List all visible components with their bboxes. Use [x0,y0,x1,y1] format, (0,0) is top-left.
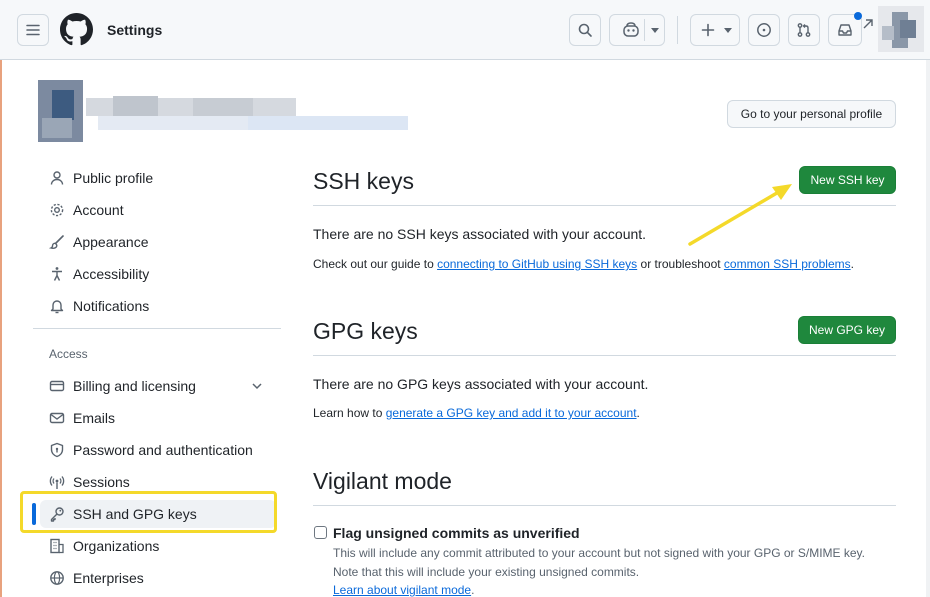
copilot-icon [623,22,639,37]
organization-icon [48,537,66,555]
section-divider [313,205,896,206]
issues-icon [757,23,771,37]
sidebar-heading-access: Access [49,347,88,361]
menu-button[interactable] [17,14,49,46]
header-divider [677,16,678,44]
page-title[interactable]: Settings [107,22,162,38]
sidebar-divider [33,328,281,329]
globe-icon [48,569,66,587]
sidebar-item-label: Sessions [73,474,130,490]
sidebar-item-label: Notifications [73,298,150,314]
sidebar-item-appearance[interactable]: Appearance [40,228,276,256]
gpg-empty-message: There are no GPG keys associated with yo… [313,376,649,392]
mail-icon [48,409,66,427]
gpg-learn-text: Learn how to generate a GPG key and add … [313,406,640,420]
gpg-learn-link[interactable]: generate a GPG key and add it to your ac… [386,406,637,420]
paintbrush-icon [48,233,66,251]
sidebar-item-emails[interactable]: Emails [40,404,276,432]
ssh-guide-prefix: Check out our guide to [313,257,438,271]
chevron-down-icon [724,28,732,33]
sidebar-item-password[interactable]: Password and authentication [40,436,276,464]
sidebar-item-notifications[interactable]: Notifications [40,292,276,320]
new-ssh-key-button[interactable]: New SSH key [799,166,896,194]
annotation-arrow-icon [688,184,792,246]
chevron-down-icon[interactable] [250,379,264,393]
sidebar-item-enterprises[interactable]: Enterprises [40,564,276,592]
sidebar-item-label: Enterprises [73,570,144,586]
go-to-profile-button[interactable]: Go to your personal profile [727,100,896,128]
gpg-learn-suffix: . [636,406,640,420]
plus-icon [701,23,715,37]
window-edge [0,60,2,597]
avatar[interactable] [878,6,924,52]
profile-header-redacted [38,80,418,142]
gpg-learn-prefix: Learn how to [313,406,386,420]
ssh-guide-text: Check out our guide to connecting to Git… [313,257,854,271]
github-logo[interactable] [60,13,93,46]
section-divider [313,505,896,506]
sidebar-item-label: Billing and licensing [73,378,196,394]
pull-requests-button[interactable] [788,14,820,46]
sidebar-item-label: Organizations [73,538,160,554]
flag-unsigned-label[interactable]: Flag unsigned commits as unverified [333,525,580,541]
sidebar-item-label: Appearance [73,234,149,250]
sidebar-item-label: Password and authentication [73,442,253,458]
sidebar-item-accessibility[interactable]: Accessibility [40,260,276,288]
search-icon [578,23,592,37]
gear-icon [48,201,66,219]
sidebar-item-label: Emails [73,410,116,426]
external-arrow-icon [863,19,873,29]
annotation-highlight-box [20,491,277,533]
scrollbar[interactable] [926,60,930,597]
person-icon [48,169,66,187]
pull-requests-icon [797,23,811,37]
notification-dot [854,12,862,20]
new-gpg-key-button[interactable]: New GPG key [798,316,896,344]
broadcast-icon [48,473,66,491]
sidebar-item-label: Public profile [73,170,154,186]
vigilant-learn-suffix: . [471,583,475,597]
vigilant-description-2: Note that this will include your existin… [333,565,640,579]
search-button[interactable] [569,14,601,46]
ssh-empty-message: There are no SSH keys associated with yo… [313,226,647,242]
top-header: Settings [0,0,930,60]
inbox-icon [838,24,852,36]
create-new-button[interactable] [690,14,740,46]
chevron-down-icon [651,28,659,33]
sidebar-item-label: Accessibility [73,266,150,282]
ssh-problems-link[interactable]: common SSH problems [724,257,851,271]
vigilant-mode-heading: Vigilant mode [313,468,452,494]
flag-unsigned-checkbox[interactable] [314,526,327,539]
ssh-guide-mid: or troubleshoot [637,257,724,271]
vigilant-description-1: This will include any commit attributed … [333,546,866,560]
vigilant-learn-text: Learn about vigilant mode. [333,583,474,597]
ssh-guide-suffix: . [850,257,854,271]
vigilant-learn-link[interactable]: Learn about vigilant mode [333,583,471,597]
gpg-keys-heading: GPG keys [313,318,418,344]
ssh-keys-heading: SSH keys [313,168,414,194]
issues-button[interactable] [748,14,780,46]
ssh-guide-link[interactable]: connecting to GitHub using SSH keys [437,257,637,271]
menu-icon [26,24,40,36]
copilot-button[interactable] [609,14,665,46]
section-divider [313,355,896,356]
sidebar-item-account[interactable]: Account [40,196,276,224]
sidebar-item-billing[interactable]: Billing and licensing [40,372,276,400]
sidebar-item-label: Account [73,202,124,218]
accessibility-icon [48,265,66,283]
credit-card-icon [48,377,66,395]
sidebar-item-public-profile[interactable]: Public profile [40,164,276,192]
sidebar-item-organizations[interactable]: Organizations [40,532,276,560]
bell-icon [48,297,66,315]
shield-lock-icon [48,441,66,459]
